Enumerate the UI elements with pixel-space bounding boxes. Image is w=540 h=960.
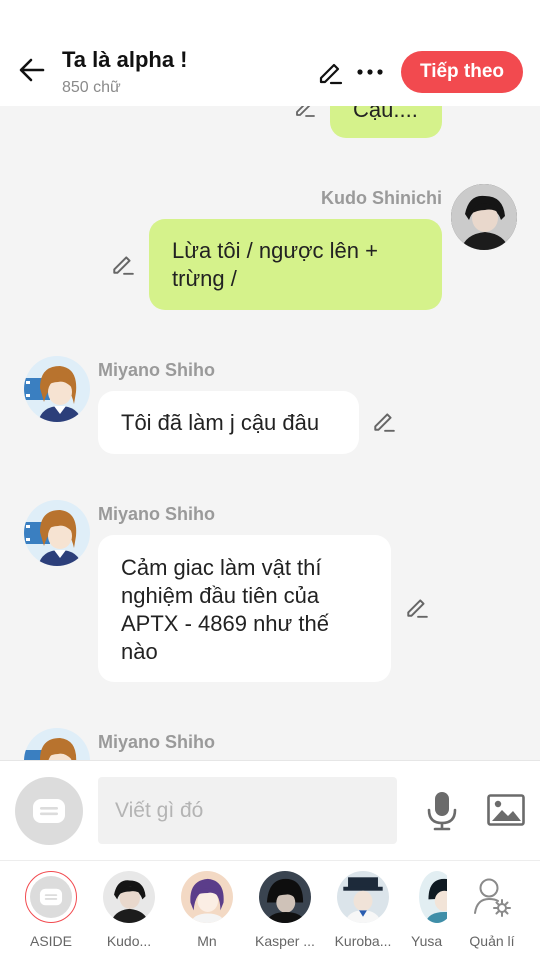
message-input[interactable] <box>98 777 397 844</box>
message-bubble: Tôi đã làm j cậu đâu <box>98 391 359 454</box>
character-aside[interactable]: ASIDE <box>17 871 85 957</box>
character-bar: ASIDE Kudo... Mn Kasper ... Kuroba... Yu… <box>0 860 540 960</box>
avatar[interactable] <box>24 500 90 566</box>
edit-message-button[interactable] <box>404 594 430 620</box>
manage-characters-button[interactable]: Quản lí <box>458 871 526 957</box>
character-yusa[interactable]: Yusa <box>407 871 447 957</box>
image-icon <box>487 794 525 826</box>
word-count: 850 chữ <box>62 79 121 96</box>
microphone-icon <box>427 792 457 831</box>
character-kudo[interactable]: Kudo... <box>95 871 163 957</box>
character-label: Kuroba... <box>334 933 392 949</box>
avatar[interactable] <box>24 356 90 422</box>
avatar <box>103 871 155 923</box>
avatar <box>337 871 389 923</box>
sender-name: Miyano Shiho <box>98 732 215 752</box>
character-label: ASIDE <box>29 933 72 949</box>
edit-message-button[interactable] <box>371 408 397 434</box>
more-dots-icon <box>357 69 383 75</box>
back-arrow-icon <box>19 58 45 82</box>
character-label: Mn <box>197 933 217 949</box>
character-label: Quản lí <box>469 933 515 949</box>
message-text: Cậu.... <box>353 106 418 122</box>
character-label: Kasper ... <box>255 933 315 949</box>
aside-avatar <box>25 871 77 923</box>
message-bubble: Lừa tôi / ngược lên + trừng / <box>149 219 442 310</box>
character-label: Kudo... <box>106 933 152 949</box>
aside-icon <box>39 888 63 906</box>
sender-name: Miyano Shiho <box>98 504 215 524</box>
character-label: Yusa <box>411 933 443 949</box>
microphone-button[interactable] <box>422 789 462 833</box>
pencil-icon <box>319 63 343 85</box>
character-kuroba[interactable]: Kuroba... <box>329 871 397 957</box>
avatar <box>419 871 447 923</box>
pencil-icon <box>407 599 428 618</box>
chat-area[interactable]: Cậu.... Kudo Shinichi Lừa tôi / ngược lê… <box>0 106 540 760</box>
edit-title-button[interactable] <box>314 56 346 88</box>
message-text-line: nào <box>121 639 158 664</box>
message-bubble: Cảm giac làm vật thí nghiệm đầu tiên của… <box>98 535 391 682</box>
message-text-line: Lừa tôi / ngược lên + <box>172 238 378 263</box>
pencil-icon <box>296 106 315 117</box>
avatar <box>259 871 311 923</box>
aside-button[interactable] <box>15 777 83 845</box>
story-title: Ta là alpha ! <box>62 47 188 72</box>
avatar[interactable] <box>451 184 517 250</box>
next-button[interactable]: Tiếp theo <box>401 51 523 93</box>
pencil-icon <box>374 413 395 432</box>
back-button[interactable] <box>14 52 50 88</box>
edit-message-button[interactable] <box>292 106 318 120</box>
sender-name: Kudo Shinichi <box>321 188 442 208</box>
character-kasper[interactable]: Kasper ... <box>251 871 319 957</box>
more-options-button[interactable] <box>354 56 386 88</box>
message-text: Tôi đã làm j cậu đâu <box>121 410 320 435</box>
message-text-line: nghiệm đầu tiên của <box>121 583 320 608</box>
sender-name: Miyano Shiho <box>98 360 215 380</box>
chat-bubble-icon <box>33 799 65 823</box>
avatar <box>181 871 233 923</box>
manage-user-icon <box>466 871 518 923</box>
pencil-icon <box>113 256 134 275</box>
message-composer <box>0 760 540 860</box>
character-mn[interactable]: Mn <box>173 871 241 957</box>
message-bubble: Cậu.... <box>330 106 442 138</box>
insert-image-button[interactable] <box>487 793 525 827</box>
edit-message-button[interactable] <box>110 251 136 277</box>
message-text-line: APTX - 4869 như thế <box>121 611 329 636</box>
message-text-line: trừng / <box>172 266 237 291</box>
avatar[interactable] <box>24 728 90 760</box>
message-text-line: Cảm giac làm vật thí <box>121 555 322 580</box>
app-header: Ta là alpha ! 850 chữ Tiếp theo <box>0 0 540 106</box>
